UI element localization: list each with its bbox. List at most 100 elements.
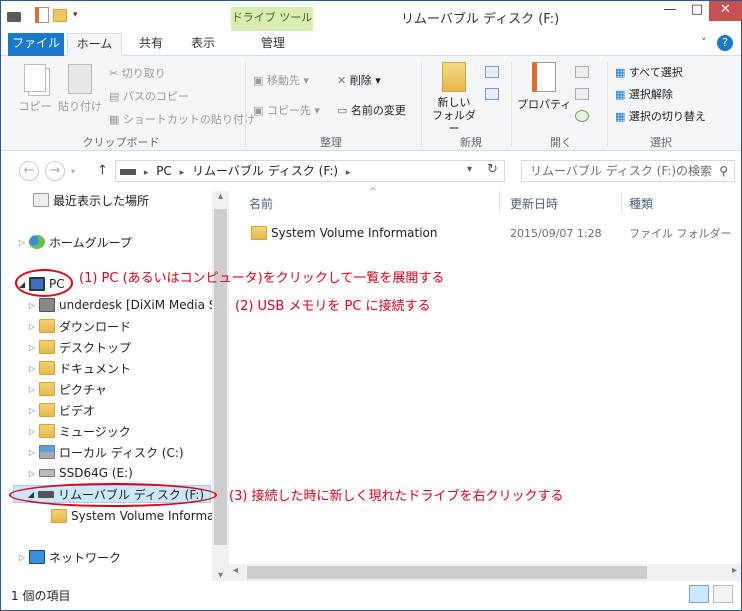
- column-header-type[interactable]: 種類: [629, 195, 653, 212]
- breadcrumb-sep[interactable]: ▸: [346, 168, 351, 178]
- annotation-circle-pc: [15, 269, 73, 297]
- move-to-button[interactable]: ▣ 移動先 ▾: [253, 72, 309, 88]
- tree-expander[interactable]: ▷: [17, 553, 27, 562]
- copy-to-button[interactable]: ▣ コピー先 ▾: [253, 102, 320, 118]
- tab-manage[interactable]: 管理: [235, 33, 311, 56]
- tab-share[interactable]: 共有: [129, 33, 173, 56]
- tree-expander[interactable]: ▷: [27, 385, 37, 394]
- tree-item-label: ビデオ: [59, 403, 96, 418]
- new-item-icon[interactable]: [485, 66, 499, 78]
- tree-item-network[interactable]: ▷ ネットワーク: [17, 548, 121, 566]
- details-view-icon[interactable]: [689, 585, 709, 603]
- address-box[interactable]: ▸ PC ▸ リムーバブル ディスク (F:) ▸: [115, 160, 505, 182]
- search-icon[interactable]: ⚲: [719, 161, 728, 181]
- column-header-name[interactable]: 名前: [249, 195, 273, 212]
- tab-home[interactable]: ホーム: [67, 33, 122, 56]
- search-input[interactable]: リムーバブル ディスク (F:)の検索 ⚲: [521, 160, 735, 182]
- minimize-button[interactable]: —: [657, 1, 683, 21]
- tree-item-music[interactable]: ▷ ミュージック: [27, 422, 131, 440]
- explorer-window: ▾ ドライブ ツール リムーバブル ディスク (F:) — □ ✕ ファイル ホ…: [0, 0, 742, 611]
- recent-locations-icon[interactable]: ▾: [71, 167, 75, 176]
- maximize-button[interactable]: □: [684, 1, 710, 21]
- tab-view[interactable]: 表示: [181, 33, 225, 56]
- forward-button[interactable]: →: [45, 161, 65, 181]
- tree-expander[interactable]: ▷: [27, 406, 37, 415]
- ribbon-separator: [511, 62, 512, 146]
- tree-item-pictures[interactable]: ▷ ピクチャ: [27, 380, 107, 398]
- new-folder-button[interactable]: 新しい フォルダー: [427, 62, 481, 135]
- tree-expander[interactable]: ▷: [27, 364, 37, 373]
- back-button[interactable]: ←: [19, 161, 39, 181]
- delete-button[interactable]: ✕ 削除 ▾: [337, 72, 381, 88]
- scroll-down-arrow[interactable]: ▾: [212, 570, 229, 581]
- collapse-ribbon-icon[interactable]: ˅: [701, 36, 707, 49]
- column-divider[interactable]: [621, 191, 622, 213]
- breadcrumb-pc[interactable]: PC: [156, 164, 172, 178]
- column-header-date[interactable]: 更新日時: [510, 195, 558, 212]
- delete-label: 削除: [349, 74, 372, 87]
- documents-folder-icon: [39, 361, 55, 375]
- paste-button[interactable]: 貼り付け: [57, 64, 103, 120]
- tree-item-system-volume[interactable]: System Volume Informa: [39, 507, 214, 525]
- rename-icon: ▭: [337, 104, 348, 117]
- tree-expander[interactable]: ▷: [27, 343, 37, 352]
- tree-item-videos[interactable]: ▷ ビデオ: [27, 401, 95, 419]
- address-dropdown-icon[interactable]: ▾: [467, 164, 472, 175]
- tree-item-ssd64g-e[interactable]: ▷ SSD64G (E:): [27, 464, 133, 482]
- tree-expander[interactable]: ▷: [27, 322, 37, 331]
- tree-item-documents[interactable]: ▷ ドキュメント: [27, 359, 131, 377]
- tree-expander[interactable]: ▷: [27, 427, 37, 436]
- tree-item-downloads[interactable]: ▷ ダウンロード: [27, 317, 131, 335]
- horizontal-scrollbar[interactable]: ◂ ▸: [229, 564, 741, 581]
- edit-icon[interactable]: [575, 88, 589, 100]
- copy-path-button[interactable]: ▤ パスのコピー: [109, 88, 189, 104]
- refresh-button[interactable]: ↻: [487, 162, 498, 177]
- homegroup-icon: [29, 235, 45, 249]
- scroll-thumb[interactable]: [247, 566, 647, 579]
- select-none-button[interactable]: ▦ 選択解除: [615, 86, 673, 102]
- status-bar: 1 個の項目: [1, 581, 741, 610]
- paste-shortcut-button[interactable]: ▦ ショートカットの貼り付け: [109, 111, 255, 127]
- tree-item-local-disk-c[interactable]: ▷ ローカル ディスク (C:): [27, 443, 184, 461]
- history-icon[interactable]: [575, 110, 589, 122]
- new-folder-qat-icon[interactable]: [53, 8, 67, 22]
- scroll-up-arrow[interactable]: ▴: [212, 191, 229, 207]
- tree-item-media-server[interactable]: ▷ underdesk [DiXiM Media S: [27, 296, 216, 314]
- copy-button[interactable]: コピー: [15, 64, 55, 120]
- scroll-right-arrow[interactable]: ▸: [732, 565, 737, 576]
- breadcrumb-drive[interactable]: リムーバブル ディスク (F:): [192, 164, 338, 178]
- properties-button[interactable]: プロパティ: [517, 62, 571, 112]
- breadcrumb-root-sep[interactable]: ▸: [144, 168, 149, 178]
- nav-vertical-scrollbar[interactable]: ▴ ▾: [212, 191, 229, 581]
- tree-expander[interactable]: ▷: [27, 448, 37, 457]
- tab-file[interactable]: ファイル: [8, 33, 64, 56]
- rename-button[interactable]: ▭ 名前の変更: [337, 102, 406, 118]
- tree-expander[interactable]: ▷: [27, 469, 37, 478]
- paste-shortcut-label: ショートカットの貼り付け: [122, 113, 255, 126]
- system-menu-icon[interactable]: [7, 12, 21, 22]
- annotation-step-1: (1) PC (あるいはコンピュータ)をクリックして一覧を展開する: [79, 271, 445, 286]
- easy-access-icon[interactable]: [485, 88, 499, 100]
- close-button[interactable]: ✕: [709, 1, 742, 21]
- column-divider[interactable]: [499, 191, 500, 213]
- open-icon[interactable]: [575, 66, 589, 78]
- column-sort-indicator: ^: [369, 187, 377, 197]
- breadcrumb-sep[interactable]: ▸: [180, 168, 185, 178]
- customize-qat-icon[interactable]: ▾: [73, 10, 78, 20]
- file-name: System Volume Information: [271, 226, 438, 240]
- scroll-left-arrow[interactable]: ◂: [233, 565, 238, 576]
- up-button[interactable]: ↑: [97, 163, 108, 178]
- tree-expander[interactable]: ▷: [17, 238, 27, 247]
- tree-item-homegroup[interactable]: ▷ ホームグループ: [17, 233, 132, 251]
- cut-button[interactable]: ✂ 切り取り: [109, 65, 166, 81]
- select-all-button[interactable]: ▦ すべて選択: [615, 64, 683, 80]
- table-row[interactable]: System Volume Information 2015/09/07 1:2…: [247, 223, 737, 243]
- select-all-label: すべて選択: [628, 66, 683, 79]
- tree-item-desktop[interactable]: ▷ デスクトップ: [27, 338, 131, 356]
- help-icon[interactable]: ?: [717, 35, 733, 51]
- properties-qat-icon[interactable]: [35, 7, 49, 23]
- tree-item-recent-places[interactable]: 最近表示した場所: [21, 191, 149, 209]
- invert-selection-button[interactable]: ▦ 選択の切り替え: [615, 108, 706, 124]
- tree-expander[interactable]: ▷: [27, 301, 37, 310]
- large-icons-view-icon[interactable]: [713, 585, 733, 603]
